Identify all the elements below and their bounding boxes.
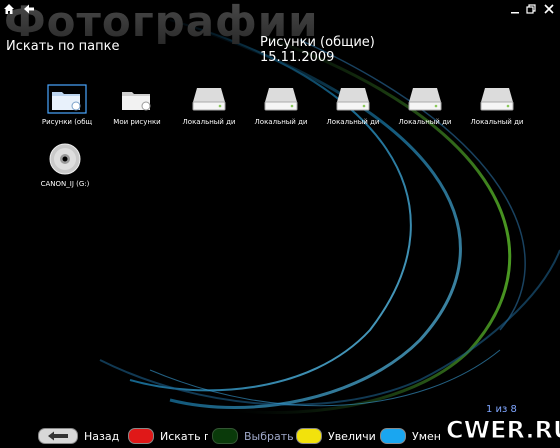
back-arrow-icon[interactable] [22,2,36,16]
hard-drive-icon [186,84,232,114]
yellow-button[interactable]: Увеличи [296,427,386,445]
grid-item-my-pictures[interactable]: Мои рисунки [102,84,172,127]
back-button[interactable]: Назад [38,427,119,445]
cwer-logo: CWER.RU [446,416,560,445]
hard-drive-icon [258,84,304,114]
search-folder-label[interactable]: Искать по папке [6,39,119,54]
cd-disc-icon [42,142,88,176]
hard-drive-icon [402,84,448,114]
back-button-label: Назад [84,429,120,443]
hard-drive-icon [474,84,520,114]
blue-button[interactable]: Умен [380,427,448,445]
red-button-label: Искать п [160,429,208,443]
back-arrow-icon [38,428,78,444]
grid-item-canon-disc[interactable]: CANON_IJ (G:) [30,142,100,189]
hard-drive-icon [330,84,376,114]
restore-icon[interactable] [524,2,538,16]
grid-item-label: CANON_IJ (G:) [40,180,90,188]
grid-item-local-disk[interactable]: Локальный ди [390,84,460,127]
grid-item-label: Локальный ди [326,118,380,126]
grid-item-pictures-shared[interactable]: Рисунки (общ [32,84,102,127]
current-item-name: Рисунки (общие) [260,35,375,50]
minimize-icon[interactable] [508,2,522,16]
red-key-icon [128,428,154,444]
grid-item-label: Локальный ди [470,118,524,126]
home-icon[interactable] [2,2,16,16]
yellow-button-label: Увеличи [328,429,376,443]
green-button-label: Выбрать [244,429,294,443]
grid-item-local-disk[interactable]: Локальный ди [174,84,244,127]
grid-item-local-disk[interactable]: Локальный ди [246,84,316,127]
pictures-folder-icon [114,84,160,114]
grid-item-local-disk[interactable]: Локальный ди [462,84,532,127]
blue-key-icon [380,428,406,444]
grid-item-local-disk[interactable]: Локальный ди [318,84,388,127]
green-button[interactable]: Выбрать [212,427,300,445]
green-key-icon [212,428,238,444]
grid-item-label: Локальный ди [254,118,308,126]
close-icon[interactable] [542,2,556,16]
svg-text:CWER.RU: CWER.RU [446,416,560,444]
grid-item-label: Локальный ди [398,118,452,126]
top-bar [0,0,560,18]
yellow-key-icon [296,428,322,444]
pictures-folder-icon [44,84,90,114]
grid-item-label: Рисунки (общ [41,118,93,126]
red-button[interactable]: Искать п [128,427,208,445]
grid-item-label: Мои рисунки [113,118,161,126]
grid-item-label: Локальный ди [182,118,236,126]
current-item-date: 15.11.2009 [260,50,335,65]
